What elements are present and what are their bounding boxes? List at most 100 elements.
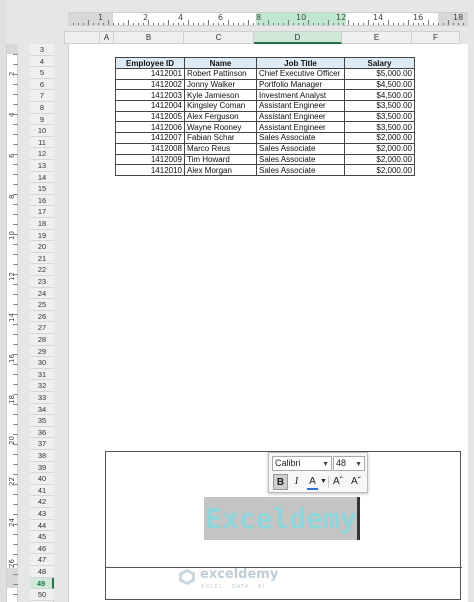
row-header-18[interactable]: 18 [30,218,54,230]
cell-employee-id[interactable]: 1412009 [115,153,185,166]
cell-name[interactable]: Kingsley Coman [184,100,257,112]
selected-text-highlight[interactable]: Exceldemy [204,497,358,540]
row-header-7[interactable]: 7 [30,90,54,102]
cell-salary[interactable]: $5,000.00 [344,68,415,80]
cell-name[interactable]: Fabian Schar [184,132,257,144]
select-all-corner[interactable] [64,31,100,44]
row-header-23[interactable]: 23 [30,276,54,288]
cell-salary[interactable]: $4,500.00 [344,78,415,91]
column-header-c[interactable]: C [184,31,254,44]
row-header-43[interactable]: 43 [30,508,54,520]
row-header-3[interactable]: 3 [30,44,54,56]
row-header-25[interactable]: 25 [30,299,54,311]
italic-button[interactable]: I [290,474,303,490]
row-header-13[interactable]: 13 [30,160,54,172]
row-header-19[interactable]: 19 [30,229,54,242]
cell-employee-id[interactable]: 1412003 [115,89,185,102]
cell-salary[interactable]: $3,500.00 [344,100,415,112]
row-header-40[interactable]: 40 [30,473,54,485]
cell-job-title[interactable]: Sales Associate [256,164,345,176]
row-header-48[interactable]: 48 [30,566,54,578]
row-header-17[interactable]: 17 [30,206,54,218]
row-header-27[interactable]: 27 [30,322,54,334]
cell-employee-id[interactable]: 1412001 [115,68,185,80]
row-header-14[interactable]: 14 [30,171,54,184]
header-salary[interactable]: Salary [344,57,415,69]
chevron-down-icon[interactable]: ▼ [322,458,329,471]
row-header-8[interactable]: 8 [30,102,54,114]
cell-salary[interactable]: $3,500.00 [344,121,415,134]
cell-job-title[interactable]: Sales Associate [256,142,345,155]
row-header-31[interactable]: 31 [30,368,54,381]
row-header-38[interactable]: 38 [30,450,54,462]
row-header-35[interactable]: 35 [30,415,54,427]
cell-salary[interactable]: $2,000.00 [344,132,415,144]
cell-job-title[interactable]: Assistant Engineer [256,100,345,112]
cell-salary[interactable]: $2,000.00 [344,164,415,176]
cell-job-title[interactable]: Portfolio Manager [256,78,345,91]
row-header-11[interactable]: 11 [30,136,54,149]
row-header-10[interactable]: 10 [30,125,54,137]
column-header-e[interactable]: E [342,31,412,44]
row-header-49[interactable]: 49 [30,577,54,590]
cell-employee-id[interactable]: 1412010 [115,164,185,176]
header-name[interactable]: Name [184,57,257,69]
cell-job-title[interactable]: Chief Executive Officer [256,68,345,80]
row-header-36[interactable]: 36 [30,426,54,439]
row-header-20[interactable]: 20 [30,241,54,253]
cell-employee-id[interactable]: 1412005 [115,110,185,123]
row-header-32[interactable]: 32 [30,380,54,392]
row-header-39[interactable]: 39 [30,461,54,474]
column-header-a[interactable]: A [100,31,114,44]
cell-job-title[interactable]: Assistant Engineer [256,110,345,123]
row-header-47[interactable]: 47 [30,554,54,566]
bold-button[interactable]: B [273,474,288,490]
cell-job-title[interactable]: Assistant Engineer [256,121,345,134]
row-header-30[interactable]: 30 [30,357,54,369]
increase-font-size-button[interactable]: Aˆ [330,474,346,490]
row-header-24[interactable]: 24 [30,287,54,300]
cell-salary[interactable]: $2,000.00 [344,153,415,166]
cell-employee-id[interactable]: 1412002 [115,78,185,91]
chevron-down-icon[interactable]: ▼ [355,458,362,471]
cell-salary[interactable]: $4,500.00 [344,89,415,102]
row-header-21[interactable]: 21 [30,252,54,265]
cell-employee-id[interactable]: 1412007 [115,132,185,144]
row-header-29[interactable]: 29 [30,345,54,358]
row-header-41[interactable]: 41 [30,484,54,497]
row-header-16[interactable]: 16 [30,194,54,207]
row-header-44[interactable]: 44 [30,519,54,532]
cell-name[interactable]: Robert Pattinson [184,68,257,80]
header-employee-id[interactable]: Employee ID [115,57,185,69]
decrease-font-size-button[interactable]: Aˇ [348,474,364,490]
column-header-d[interactable]: D [254,31,342,44]
row-header-37[interactable]: 37 [30,438,54,450]
row-header-28[interactable]: 28 [30,334,54,346]
row-header-26[interactable]: 26 [30,310,54,323]
row-header-34[interactable]: 34 [30,403,54,416]
row-header-42[interactable]: 42 [30,496,54,508]
column-header-f[interactable]: F [412,31,460,44]
cell-name[interactable]: Wayne Rooney [184,121,257,134]
row-header-9[interactable]: 9 [30,113,54,126]
row-header-46[interactable]: 46 [30,542,54,555]
row-header-15[interactable]: 15 [30,183,54,195]
cell-name[interactable]: Alex Morgan [184,164,257,176]
row-header-5[interactable]: 5 [30,67,54,79]
row-header-4[interactable]: 4 [30,55,54,68]
row-header-50[interactable]: 50 [30,589,54,601]
cell-employee-id[interactable]: 1412006 [115,121,185,134]
horizontal-ruler[interactable]: 1 2 4 6 8 10 12 14 16 18 [68,12,468,26]
cell-employee-id[interactable]: 1412008 [115,142,185,155]
footer-text[interactable]: Exceldemy [204,497,358,540]
cell-name[interactable]: Marco Reus [184,142,257,155]
row-header-6[interactable]: 6 [30,78,54,91]
cell-job-title[interactable]: Sales Associate [256,153,345,166]
cell-job-title[interactable]: Investment Analyst [256,89,345,102]
cell-employee-id[interactable]: 1412004 [115,100,185,112]
column-header-b[interactable]: B [114,31,184,44]
vertical-ruler[interactable]: 2 4 6 8 10 12 14 16 18 20 22 24 26 [6,44,18,602]
row-header-22[interactable]: 22 [30,264,54,276]
cell-name[interactable]: Kyle Jamieson [184,89,257,102]
cell-name[interactable]: Alex Ferguson [184,110,257,123]
